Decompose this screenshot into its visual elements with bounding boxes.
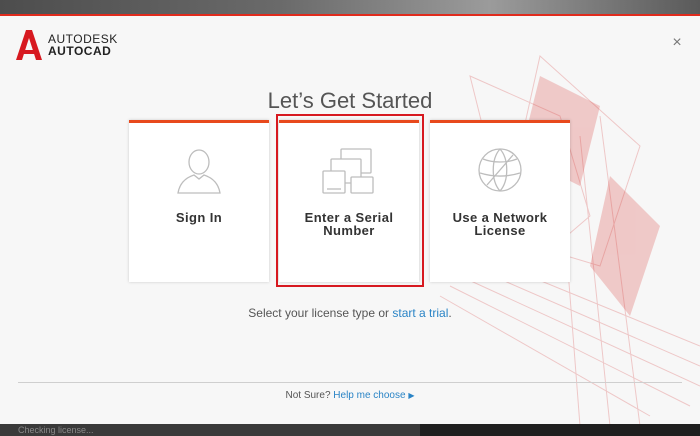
status-bar-dark-area	[420, 424, 700, 436]
license-type-text: Select your license type or	[248, 306, 393, 320]
globe-icon	[430, 145, 570, 201]
not-sure-text: Not Sure?	[285, 390, 334, 401]
status-text: Checking license...	[18, 425, 94, 435]
help-me-choose-label: Help me choose	[333, 390, 406, 401]
sign-in-card[interactable]: Sign In	[129, 120, 269, 282]
page-title: Let’s Get Started	[267, 88, 433, 113]
arrow-right-icon: ▶	[408, 391, 415, 400]
start-trial-link[interactable]: start a trial	[392, 306, 448, 320]
enter-serial-label-line2: Number	[323, 223, 375, 238]
license-type-prompt: Select your license type or start a tria…	[0, 306, 700, 320]
brand-product: AUTOCAD	[48, 44, 112, 58]
status-bar: Checking license...	[0, 424, 700, 436]
app-background-strip	[0, 0, 700, 14]
close-icon[interactable]: ×	[670, 35, 684, 51]
network-label-line2: License	[474, 223, 526, 238]
network-license-card[interactable]: Use a Network License	[430, 120, 570, 282]
user-icon	[129, 145, 269, 201]
devices-icon	[279, 145, 419, 201]
license-type-suffix: .	[448, 306, 452, 320]
sign-in-label: Sign In	[175, 210, 223, 225]
footer-divider	[18, 382, 682, 383]
autodesk-autocad-logo: AUTODESK AUTOCAD	[16, 30, 118, 60]
help-prompt: Not Sure? Help me choose ▶	[0, 390, 700, 401]
enter-serial-card[interactable]: Enter a Serial Number	[279, 120, 419, 282]
help-me-choose-link[interactable]: Help me choose ▶	[333, 390, 414, 401]
autocad-logo-icon	[16, 30, 42, 60]
